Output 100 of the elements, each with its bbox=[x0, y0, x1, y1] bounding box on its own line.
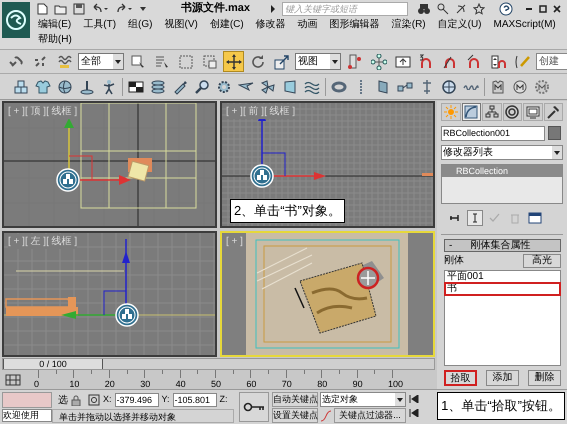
up-arrow-box-icon bbox=[394, 54, 410, 70]
frame-number: 100 bbox=[388, 379, 404, 389]
menu-item[interactable]: 编辑(E) bbox=[38, 17, 72, 32]
figure-icon bbox=[101, 78, 117, 94]
modifier-list-dropdown[interactable]: 修改器列表 bbox=[441, 144, 563, 160]
panel-tab[interactable] bbox=[462, 103, 481, 121]
collapse-toggle[interactable]: - bbox=[445, 240, 456, 251]
wheel-icon bbox=[441, 78, 457, 94]
save-icon bbox=[72, 2, 85, 14]
menu-item[interactable]: 工具(T) bbox=[83, 17, 116, 32]
menu-item[interactable]: 修改器 bbox=[256, 17, 286, 32]
nodes-icon bbox=[370, 54, 386, 70]
frame-number: 20 bbox=[104, 379, 115, 389]
key-filters-button[interactable]: 关键点过滤器... bbox=[334, 408, 406, 423]
magnifier-icon bbox=[194, 78, 210, 94]
close-icon bbox=[553, 4, 561, 12]
highlight-button[interactable]: 高光 bbox=[523, 254, 561, 268]
selection-label: 选 bbox=[58, 394, 68, 408]
callout-note: 1、单击“拾取”按钮。 bbox=[437, 392, 565, 420]
logo-icon bbox=[4, 9, 27, 31]
rollout-header[interactable]: - 刚体集合属性 bbox=[444, 239, 561, 252]
list-item[interactable]: 平面001 bbox=[445, 271, 560, 283]
app-logo[interactable] bbox=[2, 2, 30, 38]
satellite-icon bbox=[455, 2, 467, 14]
panel-tab[interactable] bbox=[482, 103, 502, 121]
pointer-icon bbox=[130, 54, 146, 70]
track-bar[interactable]: 0 10 20 30 40 50 60 70 80 90 100 bbox=[26, 370, 416, 389]
welcome-text: 欢迎使用 bbox=[2, 409, 52, 422]
dashed-rectangle-icon bbox=[178, 54, 194, 70]
chain-icon bbox=[8, 54, 24, 70]
rigid-body-helper-icon bbox=[56, 168, 80, 192]
set-key-button[interactable] bbox=[239, 392, 269, 422]
rigid-body-helper-icon bbox=[250, 164, 274, 188]
coordinate-field[interactable]: -105.801 bbox=[172, 393, 217, 407]
cubes-icon bbox=[13, 78, 29, 94]
search-field[interactable]: 键入关键字或短语 bbox=[282, 2, 408, 16]
menu-item[interactable]: 动画 bbox=[298, 17, 318, 32]
toolbar-button[interactable] bbox=[368, 51, 389, 72]
set-keys-button[interactable]: 设置关键点 bbox=[272, 408, 318, 423]
spinner-magnet-icon bbox=[490, 54, 506, 70]
m-gear-icon bbox=[534, 78, 550, 94]
lock-icon bbox=[71, 394, 81, 406]
m-circle-icon bbox=[512, 78, 528, 94]
menu-item[interactable]: 创建(C) bbox=[210, 17, 244, 32]
plane-icon bbox=[238, 82, 254, 91]
go-to-start-icon bbox=[409, 395, 419, 403]
dropdown[interactable]: 全部 bbox=[78, 53, 124, 70]
pencil-icon bbox=[514, 54, 530, 70]
menu-item[interactable]: 自定义(U) bbox=[438, 17, 482, 32]
rollout-button[interactable]: 添加 bbox=[486, 370, 519, 386]
bottle-icon bbox=[172, 78, 188, 94]
rollout-button[interactable]: 删除 bbox=[528, 370, 561, 386]
menu-item[interactable]: 图形编辑器 bbox=[330, 17, 380, 32]
configure-icon bbox=[528, 210, 542, 225]
named-selection-field[interactable]: 创建 bbox=[536, 53, 567, 70]
track-bar-icon bbox=[4, 373, 22, 387]
binoculars-icon bbox=[417, 2, 431, 14]
frame-number: 90 bbox=[352, 379, 363, 389]
viewport[interactable]: [ + ][ 前 ][ 线框 ] 2、单击“书”对象。 bbox=[220, 101, 435, 228]
time-slider[interactable]: 0 / 100 bbox=[2, 358, 435, 370]
object-color-swatch[interactable] bbox=[548, 126, 561, 140]
object-name-field[interactable]: RBCollection001 bbox=[441, 126, 545, 141]
broken-chain-icon bbox=[32, 54, 48, 70]
transform-gizmo bbox=[64, 118, 131, 185]
minimize-icon bbox=[525, 7, 533, 10]
plane-object bbox=[422, 173, 433, 176]
spring-icon bbox=[463, 83, 479, 90]
stacked-disks-icon bbox=[150, 78, 166, 94]
auto-key-button[interactable]: 自动关键点 bbox=[272, 392, 318, 407]
dropdown[interactable]: 视图 bbox=[295, 53, 341, 70]
list-pointer-icon bbox=[154, 54, 170, 70]
rollout-title: 刚体集合属性 bbox=[470, 240, 530, 251]
undo-icon bbox=[90, 2, 109, 14]
help-icon bbox=[499, 2, 513, 16]
panel-tab[interactable] bbox=[502, 103, 522, 121]
transform-mode-icon bbox=[88, 394, 100, 406]
stack-tool-button[interactable] bbox=[527, 210, 543, 226]
menu-item[interactable]: 帮助(H) bbox=[38, 32, 72, 47]
frame-number: 0 bbox=[34, 379, 40, 389]
menu-item[interactable]: 视图(V) bbox=[164, 17, 198, 32]
coordinate-field[interactable]: -379.496 bbox=[114, 393, 159, 407]
book-object bbox=[128, 158, 152, 182]
sphere-icon bbox=[57, 78, 73, 94]
menu-item[interactable]: MAXScript(M) bbox=[494, 17, 556, 32]
pin-icon bbox=[79, 78, 95, 94]
menu-item[interactable]: 渲染(R) bbox=[392, 17, 426, 32]
rollout-button[interactable]: 拾取 bbox=[444, 370, 477, 386]
shirt-icon bbox=[35, 78, 51, 94]
time-slider-thumb[interactable]: 0 / 100 bbox=[3, 359, 103, 369]
new-file-icon bbox=[36, 2, 48, 14]
pivot-icon bbox=[346, 54, 362, 70]
sun-icon bbox=[444, 104, 458, 119]
panel-tab[interactable] bbox=[523, 103, 542, 121]
stack-tool-button[interactable] bbox=[467, 210, 483, 226]
redo-icon bbox=[114, 2, 133, 14]
menu-item[interactable]: 组(G) bbox=[128, 17, 152, 32]
panel-tab[interactable] bbox=[544, 103, 563, 121]
key-mode-dropdown[interactable]: 选定对象 bbox=[320, 392, 406, 407]
toolbar-button[interactable] bbox=[223, 51, 244, 72]
rotate-icon bbox=[250, 54, 266, 70]
